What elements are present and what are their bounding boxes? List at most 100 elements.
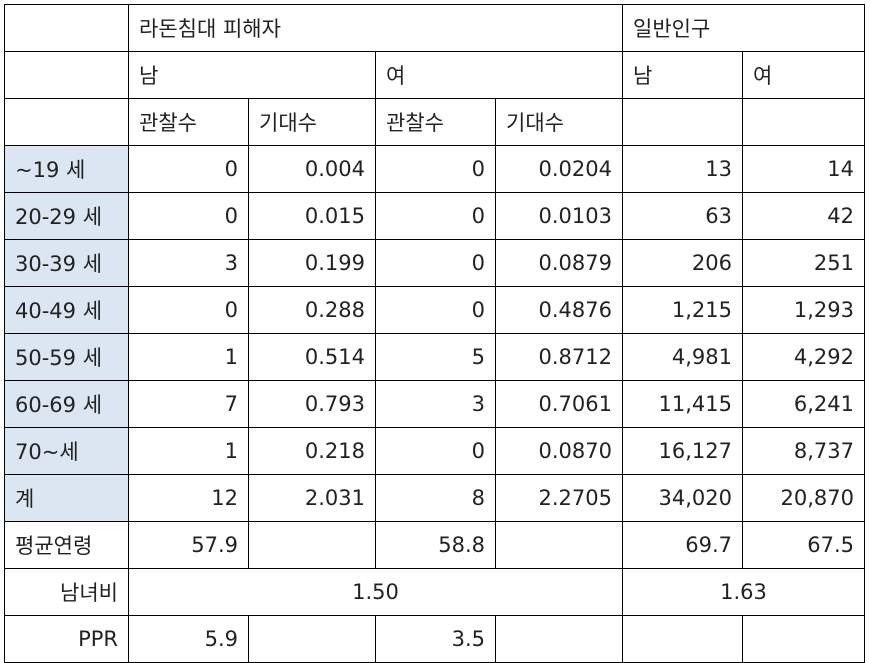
male-expected: 2.031 [248, 474, 376, 522]
header-row-sex: 남 여 남 여 [4, 51, 865, 99]
male-expected-header: 기대수 [248, 98, 376, 146]
mean-age-general-male: 69.7 [622, 521, 743, 569]
ppr-male: 5.9 [128, 615, 249, 663]
male-observed: 3 [128, 239, 249, 287]
male-expected: 0.793 [248, 380, 376, 428]
general-male: 16,127 [622, 427, 743, 475]
ppr-row: PPR 5.9 3.5 [4, 615, 865, 663]
female-expected: 0.0879 [495, 239, 623, 287]
female-expected: 0.0103 [495, 192, 623, 240]
general-male: 1,215 [622, 286, 743, 334]
radon-female-header: 여 [375, 51, 623, 99]
mean-age-row: 평균연령 57.9 58.8 69.7 67.5 [4, 521, 865, 569]
male-observed: 1 [128, 427, 249, 475]
general-male-header: 남 [622, 51, 743, 99]
female-expected: 0.0204 [495, 145, 623, 193]
female-expected: 2.2705 [495, 474, 623, 522]
corner-cell [4, 51, 129, 99]
mean-age-male: 57.9 [128, 521, 249, 569]
female-observed: 0 [375, 427, 496, 475]
age-group-label: ~19 세 [4, 145, 129, 193]
male-expected: 0.218 [248, 427, 376, 475]
female-observed: 3 [375, 380, 496, 428]
sex-ratio-radon: 1.50 [128, 568, 623, 616]
mean-age-female: 58.8 [375, 521, 496, 569]
general-female: 20,870 [742, 474, 865, 522]
male-observed: 1 [128, 333, 249, 381]
general-female-header: 여 [742, 51, 865, 99]
radon-table: 라돈침대 피해자 일반인구 남 여 남 여 관찰수 기대수 관찰수 기대수 ~1… [4, 4, 865, 663]
table-row: 30-39 세 3 0.199 0 0.0879 206 251 [4, 239, 865, 287]
male-expected: 0.004 [248, 145, 376, 193]
empty-cell [742, 615, 865, 663]
female-observed: 0 [375, 239, 496, 287]
sex-ratio-general: 1.63 [622, 568, 865, 616]
general-female: 6,241 [742, 380, 865, 428]
age-group-label: 20-29 세 [4, 192, 129, 240]
table-row: 70~세 1 0.218 0 0.0870 16,127 8,737 [4, 427, 865, 475]
female-observed: 8 [375, 474, 496, 522]
general-male: 11,415 [622, 380, 743, 428]
table-row: 60-69 세 7 0.793 3 0.7061 11,415 6,241 [4, 380, 865, 428]
female-expected: 0.0870 [495, 427, 623, 475]
header-row-group: 라돈침대 피해자 일반인구 [4, 4, 865, 52]
corner-cell [4, 98, 129, 146]
table-row: 20-29 세 0 0.015 0 0.0103 63 42 [4, 192, 865, 240]
general-female: 251 [742, 239, 865, 287]
empty-cell [622, 98, 743, 146]
table-row: ~19 세 0 0.004 0 0.0204 13 14 [4, 145, 865, 193]
general-male: 63 [622, 192, 743, 240]
general-female: 42 [742, 192, 865, 240]
male-expected: 0.288 [248, 286, 376, 334]
table-row: 50-59 세 1 0.514 5 0.8712 4,981 4,292 [4, 333, 865, 381]
general-male: 206 [622, 239, 743, 287]
male-observed-header: 관찰수 [128, 98, 249, 146]
mean-age-label: 평균연령 [4, 521, 129, 569]
male-observed: 0 [128, 286, 249, 334]
sex-ratio-row: 남녀비 1.50 1.63 [4, 568, 865, 616]
ppr-label: PPR [4, 615, 129, 663]
female-expected: 0.7061 [495, 380, 623, 428]
table-row: 40-49 세 0 0.288 0 0.4876 1,215 1,293 [4, 286, 865, 334]
ppr-female: 3.5 [375, 615, 496, 663]
general-female: 1,293 [742, 286, 865, 334]
age-group-label: 30-39 세 [4, 239, 129, 287]
male-observed: 0 [128, 192, 249, 240]
age-group-label: 50-59 세 [4, 333, 129, 381]
empty-cell [495, 521, 623, 569]
age-group-label: 40-49 세 [4, 286, 129, 334]
general-male: 4,981 [622, 333, 743, 381]
general-group-header: 일반인구 [622, 4, 865, 52]
age-group-label: 60-69 세 [4, 380, 129, 428]
male-expected: 0.514 [248, 333, 376, 381]
total-label: 계 [4, 474, 129, 522]
age-group-label: 70~세 [4, 427, 129, 475]
general-male: 13 [622, 145, 743, 193]
mean-age-general-female: 67.5 [742, 521, 865, 569]
female-observed: 0 [375, 192, 496, 240]
general-male: 34,020 [622, 474, 743, 522]
general-female: 14 [742, 145, 865, 193]
total-row: 계 12 2.031 8 2.2705 34,020 20,870 [4, 474, 865, 522]
empty-cell [248, 615, 376, 663]
female-observed: 0 [375, 286, 496, 334]
female-expected-header: 기대수 [495, 98, 623, 146]
radon-male-header: 남 [128, 51, 376, 99]
male-expected: 0.015 [248, 192, 376, 240]
male-observed: 0 [128, 145, 249, 193]
female-expected: 0.8712 [495, 333, 623, 381]
empty-cell [622, 615, 743, 663]
general-female: 4,292 [742, 333, 865, 381]
empty-cell [248, 521, 376, 569]
empty-cell [495, 615, 623, 663]
empty-cell [742, 98, 865, 146]
radon-group-header: 라돈침대 피해자 [128, 4, 623, 52]
female-expected: 0.4876 [495, 286, 623, 334]
header-row-metric: 관찰수 기대수 관찰수 기대수 [4, 98, 865, 146]
corner-cell [4, 4, 129, 52]
female-observed-header: 관찰수 [375, 98, 496, 146]
male-expected: 0.199 [248, 239, 376, 287]
sex-ratio-label: 남녀비 [4, 568, 129, 616]
general-female: 8,737 [742, 427, 865, 475]
male-observed: 7 [128, 380, 249, 428]
